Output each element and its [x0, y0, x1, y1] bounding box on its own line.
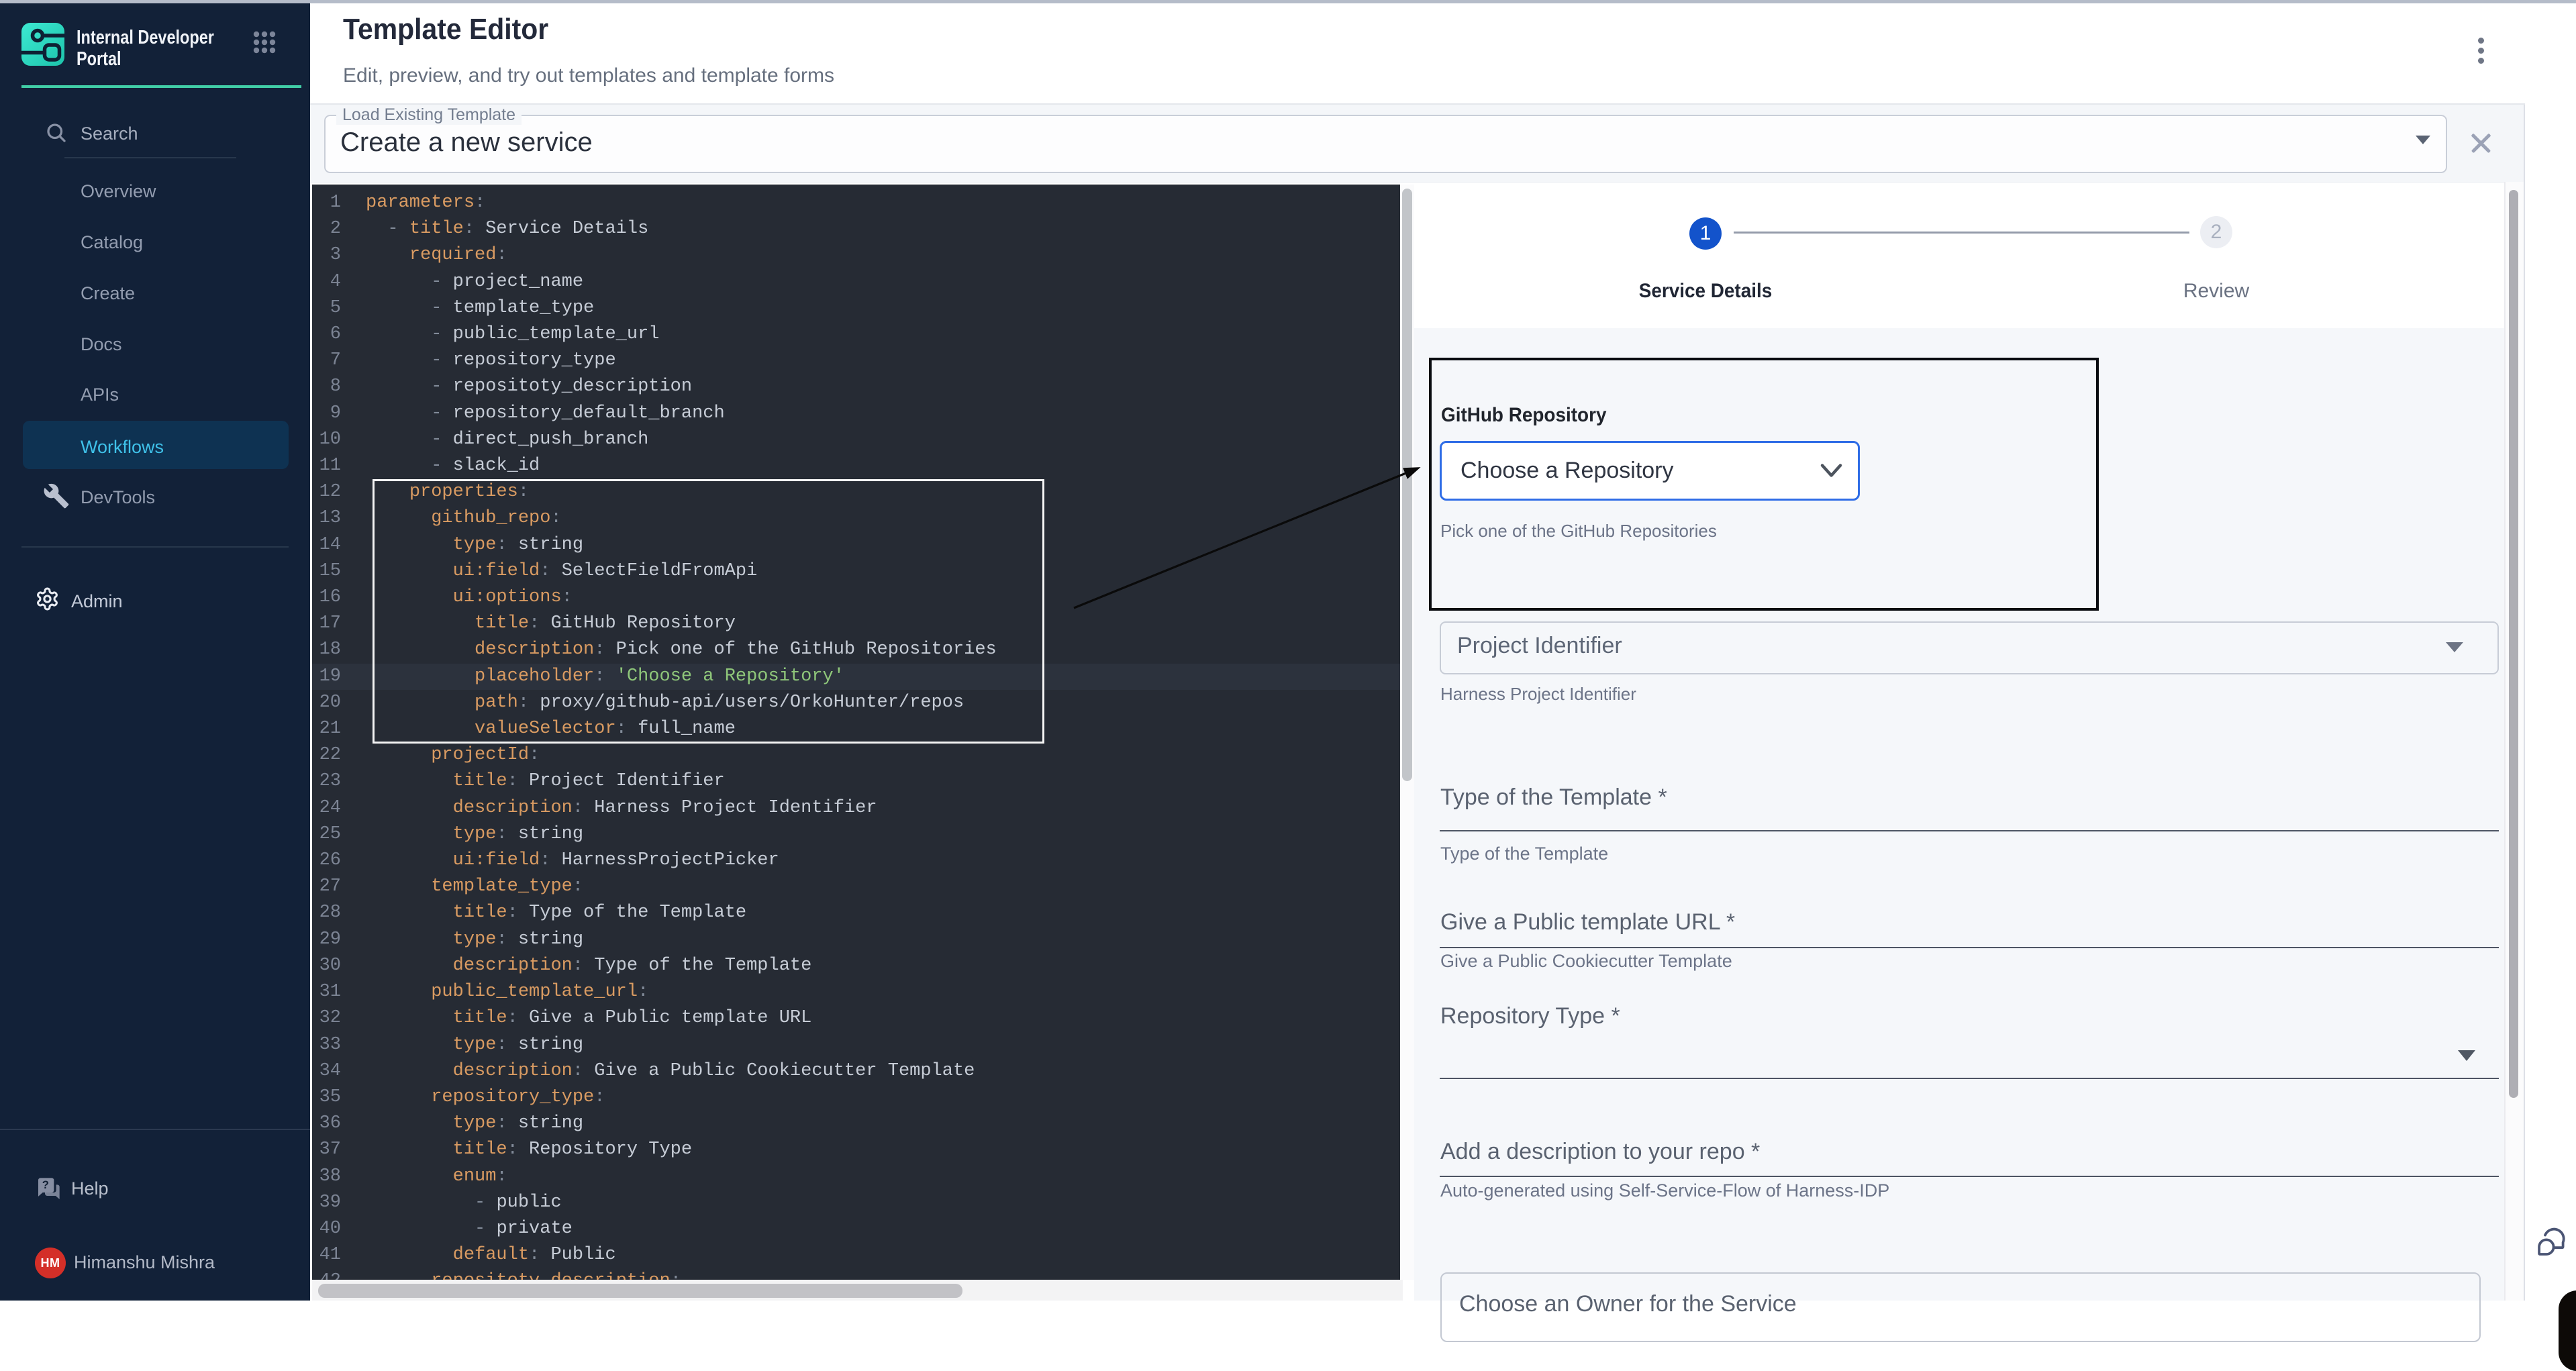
svg-text:?: ?	[42, 1178, 49, 1191]
